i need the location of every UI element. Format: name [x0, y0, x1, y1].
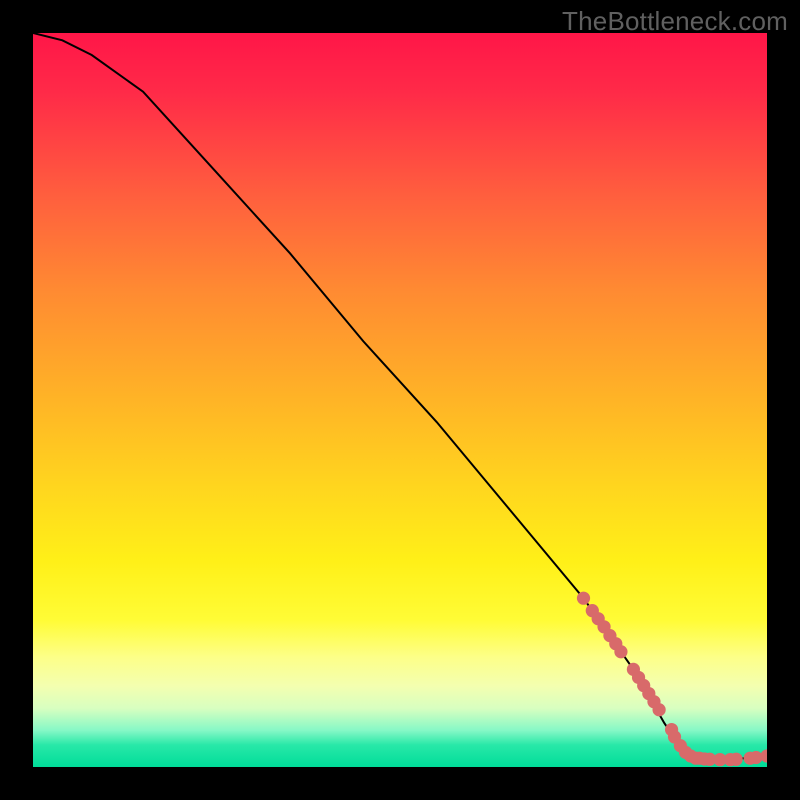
chart-plot-area — [33, 33, 767, 767]
watermark-text: TheBottleneck.com — [562, 6, 788, 37]
chart-scatter-points — [577, 592, 767, 767]
scatter-point — [652, 703, 665, 716]
chart-curve — [33, 33, 767, 760]
scatter-point — [614, 645, 627, 658]
chart-svg — [33, 33, 767, 767]
scatter-point — [730, 753, 743, 766]
scatter-point — [577, 592, 590, 605]
